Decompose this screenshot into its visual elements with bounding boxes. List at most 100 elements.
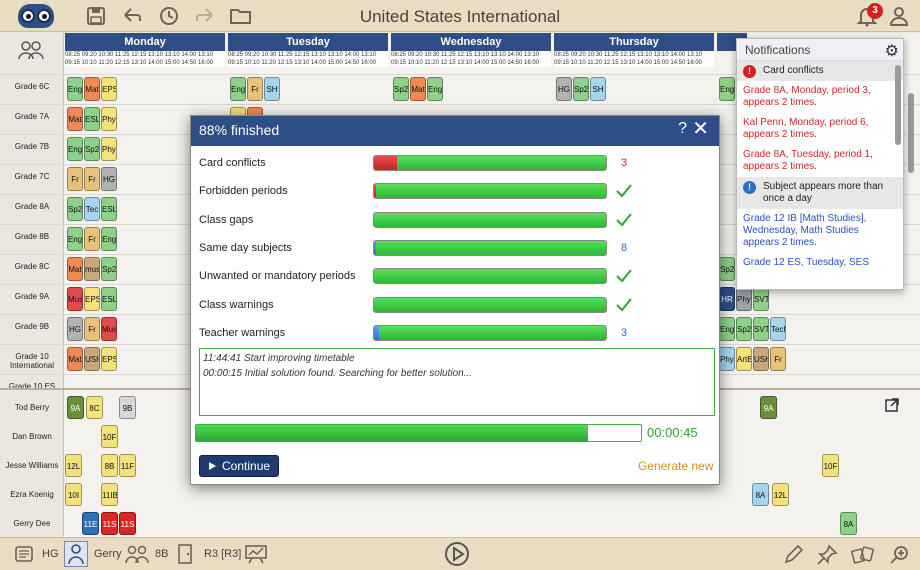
play-button-icon[interactable] xyxy=(444,541,470,566)
teacher-lesson-card[interactable]: 9A xyxy=(67,396,84,419)
lesson-card[interactable]: EPS xyxy=(101,77,117,101)
class-row-label[interactable]: Grade 8A xyxy=(2,202,62,211)
lesson-card[interactable]: Sp2 xyxy=(736,317,752,341)
lesson-card[interactable]: Eng xyxy=(230,77,246,101)
teacher-lesson-card[interactable]: 11F xyxy=(119,454,136,477)
grid-scrollbar[interactable] xyxy=(908,93,914,173)
teacher-row-label[interactable]: Gerry Dee xyxy=(2,519,62,528)
teacher-lesson-card[interactable]: 8A xyxy=(840,512,857,535)
lesson-card[interactable]: USH xyxy=(84,347,100,371)
zoom-in-icon[interactable] xyxy=(888,544,910,564)
teacher-lesson-card[interactable]: 8C xyxy=(86,396,103,419)
lesson-card[interactable]: Eng xyxy=(67,137,83,161)
notification-group-header[interactable]: ! Subject appears more than once a day xyxy=(737,177,903,209)
classes-group-icon[interactable] xyxy=(17,39,45,66)
notification-item[interactable]: Grade 12 IB [Math Studies], Wednesday, M… xyxy=(737,209,903,253)
settings-gear-icon[interactable]: ⚙ xyxy=(885,41,899,61)
lesson-card[interactable]: Eng xyxy=(67,227,83,251)
lesson-card[interactable]: ESL xyxy=(101,287,117,311)
lesson-card[interactable]: Eng xyxy=(67,77,83,101)
notification-item[interactable]: Grade 8A, Monday, period 3, appears 2 ti… xyxy=(737,81,903,113)
lesson-card[interactable]: USH xyxy=(753,347,769,371)
class-row-label[interactable]: Grade 8B xyxy=(2,232,62,241)
lesson-card[interactable]: Mat xyxy=(410,77,426,101)
teacher-filter-label[interactable]: Gerry xyxy=(94,548,122,560)
lesson-card[interactable]: SVT xyxy=(753,317,769,341)
lesson-card[interactable]: Sp2 xyxy=(84,137,100,161)
teacher-lesson-card[interactable]: 9B xyxy=(119,396,136,419)
lesson-card[interactable]: EPS xyxy=(84,287,100,311)
notification-item[interactable]: Kal Penn, Monday, period 6, appears 2 ti… xyxy=(737,113,903,145)
continue-button[interactable]: Continue xyxy=(199,455,279,477)
class-row-label[interactable]: Grade 10 International xyxy=(2,352,62,370)
lesson-card[interactable]: Sp2 xyxy=(573,77,589,101)
notification-item[interactable]: Grade 8A, Tuesday, period 1, appears 2 t… xyxy=(737,145,903,177)
shuffle-cards-icon[interactable] xyxy=(850,544,876,564)
teacher-lesson-card[interactable]: 12L xyxy=(772,483,789,506)
pencil-edit-icon[interactable] xyxy=(782,544,804,564)
lesson-card[interactable]: Phys2 xyxy=(736,287,752,311)
lesson-card[interactable]: SH xyxy=(590,77,606,101)
presentation-board-icon[interactable] xyxy=(244,544,268,564)
teacher-row-label[interactable]: Ezra Koenig xyxy=(2,490,62,499)
class-row-label[interactable]: Grade 9B xyxy=(2,322,62,331)
teacher-lesson-card[interactable]: 11S xyxy=(101,512,118,535)
lesson-card[interactable]: Eng xyxy=(427,77,443,101)
lesson-card[interactable]: ArtBio xyxy=(736,347,752,371)
teacher-row-label[interactable]: Tod Berry xyxy=(2,403,62,412)
lesson-card[interactable]: HG xyxy=(556,77,572,101)
lesson-card[interactable]: Phys3 xyxy=(101,137,117,161)
teacher-lesson-card[interactable]: 10I xyxy=(65,483,82,506)
lesson-card[interactable]: Sp2 xyxy=(67,197,83,221)
lesson-card[interactable]: SH xyxy=(264,77,280,101)
teacher-lesson-card[interactable]: 11S xyxy=(119,512,136,535)
class-row-label[interactable]: Grade 7A xyxy=(2,112,62,121)
class-filter-label[interactable]: HG xyxy=(42,548,59,560)
teacher-lesson-card[interactable]: 8B xyxy=(101,454,118,477)
lesson-card[interactable]: HG xyxy=(101,167,117,191)
lesson-card[interactable]: Mat xyxy=(67,257,83,281)
notification-item[interactable]: Grade 12 ES, Tuesday, SES xyxy=(737,253,903,273)
lesson-card[interactable]: Mat xyxy=(67,347,83,371)
lesson-card[interactable]: Tec xyxy=(84,197,100,221)
lesson-card[interactable]: Phys3 xyxy=(101,107,117,131)
teacher-lesson-card[interactable]: 12L xyxy=(65,454,82,477)
lesson-card[interactable]: Phys xyxy=(719,347,735,371)
lesson-card[interactable]: musart xyxy=(84,257,100,281)
lesson-card[interactable]: Eng xyxy=(719,77,735,101)
lesson-card[interactable]: Tech xyxy=(770,317,786,341)
pin-icon[interactable] xyxy=(816,544,838,565)
group-filter-label[interactable]: 8B xyxy=(155,548,168,560)
notifications-scrollbar[interactable] xyxy=(895,65,901,145)
class-card-icon[interactable] xyxy=(14,544,34,564)
teacher-lesson-card[interactable]: 10F xyxy=(101,425,118,448)
lesson-card[interactable]: Eng xyxy=(101,227,117,251)
lesson-card[interactable]: Mat xyxy=(67,107,83,131)
notification-group-header[interactable]: ! Card conflicts xyxy=(737,61,903,81)
lesson-card[interactable]: Fr xyxy=(84,227,100,251)
lesson-card[interactable]: Sp2 xyxy=(393,77,409,101)
lesson-card[interactable]: Fr xyxy=(247,77,263,101)
teacher-lesson-card[interactable]: 11E xyxy=(82,512,99,535)
redo-icon[interactable] xyxy=(193,5,217,27)
lesson-card[interactable]: Fr xyxy=(67,167,83,191)
room-filter-label[interactable]: R3 [R3] xyxy=(204,548,241,560)
lesson-card[interactable]: Mus xyxy=(101,317,117,341)
lesson-card[interactable]: HR xyxy=(719,287,735,311)
external-link-icon[interactable] xyxy=(884,397,900,418)
lesson-card[interactable]: Sp2 xyxy=(101,257,117,281)
lesson-card[interactable]: ESL xyxy=(101,197,117,221)
undo-icon[interactable] xyxy=(120,5,144,27)
user-account-icon[interactable] xyxy=(887,5,911,27)
owl-logo-icon[interactable] xyxy=(18,4,54,28)
groups-icon[interactable] xyxy=(124,544,150,564)
room-door-icon[interactable] xyxy=(177,544,193,564)
history-icon[interactable] xyxy=(157,5,181,27)
teacher-lesson-card[interactable]: 9A xyxy=(760,396,777,419)
teacher-filter-icon[interactable] xyxy=(64,541,88,567)
lesson-card[interactable]: Mat xyxy=(84,77,100,101)
help-icon[interactable]: ? xyxy=(678,120,687,138)
teacher-row-label[interactable]: Dan Brown xyxy=(2,432,62,441)
teacher-lesson-card[interactable]: 8A xyxy=(752,483,769,506)
lesson-card[interactable]: Mus xyxy=(67,287,83,311)
